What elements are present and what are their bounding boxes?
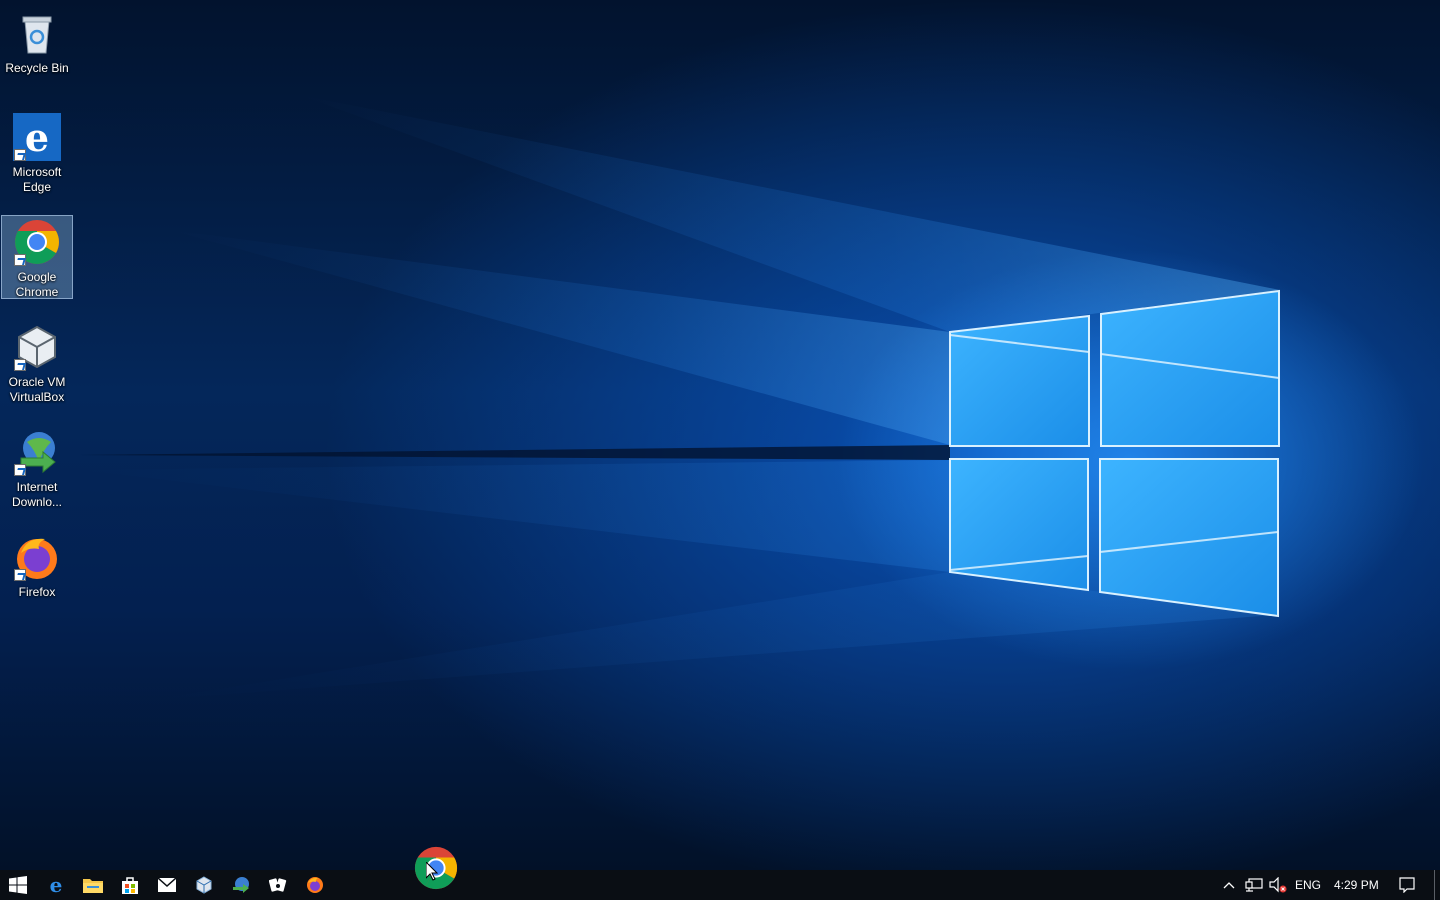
taskbar: e ENG 4:29 PM	[0, 870, 1440, 900]
edge-icon: e	[50, 875, 63, 895]
taskbar-solitaire-button[interactable]	[260, 870, 296, 900]
desktop-icon-label: Firefox	[18, 585, 56, 599]
windows-start-icon	[9, 876, 27, 894]
desktop-icon-internet-download-manager[interactable]: Internet Downlo...	[1, 425, 73, 509]
desktop-icon-label: Microsoft Edge	[12, 165, 62, 194]
idm-icon	[233, 877, 249, 893]
taskbar-mail-button[interactable]	[149, 870, 185, 900]
shortcut-arrow-icon	[14, 149, 26, 161]
shortcut-arrow-icon	[14, 254, 26, 266]
desktop-icon-label: Oracle VM VirtualBox	[8, 375, 66, 404]
desktop-icon-microsoft-edge[interactable]: e Microsoft Edge	[1, 110, 73, 194]
action-center-button[interactable]	[1392, 870, 1422, 900]
desktop[interactable]: Recycle Bin e Microsoft Edge Google Chro…	[0, 0, 1440, 870]
taskbar-firefox-button[interactable]	[297, 870, 333, 900]
svg-text:e: e	[25, 115, 49, 160]
chrome-icon	[13, 218, 61, 266]
store-icon	[122, 877, 138, 894]
volume-button[interactable]	[1266, 870, 1290, 900]
virtualbox-icon	[13, 323, 61, 371]
taskbar-store-button[interactable]	[112, 870, 148, 900]
volume-muted-icon	[1269, 877, 1287, 893]
solitaire-icon	[269, 878, 287, 892]
shortcut-arrow-icon	[14, 569, 26, 581]
desktop-icon-label: Google Chrome	[15, 270, 59, 299]
firefox-icon	[13, 533, 61, 581]
desktop-icon-firefox[interactable]: Firefox	[1, 530, 73, 614]
network-button[interactable]	[1242, 870, 1266, 900]
desktop-icon-recycle-bin[interactable]: Recycle Bin	[1, 6, 73, 90]
idm-icon	[13, 428, 61, 476]
taskbar-virtualbox-button[interactable]	[186, 870, 222, 900]
firefox-icon	[307, 877, 323, 893]
virtualbox-icon	[196, 876, 212, 894]
notification-icon	[1399, 877, 1415, 893]
desktop-icon-label: Internet Downlo...	[11, 480, 63, 509]
mail-icon	[158, 878, 176, 892]
mouse-cursor-icon	[426, 862, 438, 881]
shortcut-arrow-icon	[14, 359, 26, 371]
taskbar-file-explorer-button[interactable]	[75, 870, 111, 900]
start-button[interactable]	[0, 870, 36, 900]
show-hidden-icons-button[interactable]	[1216, 870, 1242, 900]
clock[interactable]: 4:29 PM	[1334, 870, 1379, 900]
windows-logo	[949, 289, 1280, 618]
network-icon	[1245, 878, 1263, 892]
svg-text:e: e	[50, 875, 63, 895]
recycle-bin-icon	[13, 9, 61, 57]
chevron-up-icon	[1223, 882, 1235, 889]
input-language-indicator[interactable]: ENG	[1295, 870, 1321, 900]
desktop-icon-oracle-vm-virtualbox[interactable]: Oracle VM VirtualBox	[1, 320, 73, 404]
desktop-icon-google-chrome[interactable]: Google Chrome	[1, 215, 73, 299]
folder-icon	[83, 879, 103, 893]
taskbar-idm-button[interactable]	[223, 870, 259, 900]
taskbar-edge-button[interactable]: e	[38, 870, 74, 900]
desktop-icon-label: Recycle Bin	[5, 61, 69, 75]
edge-icon: e	[13, 113, 61, 161]
show-desktop-button[interactable]	[1434, 870, 1435, 900]
shortcut-arrow-icon	[14, 464, 26, 476]
